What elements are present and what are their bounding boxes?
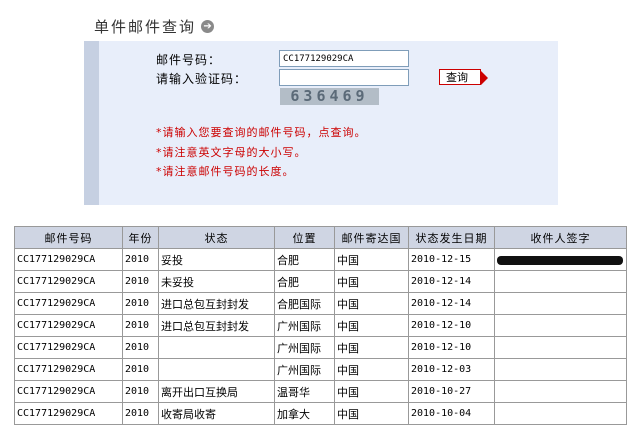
cell-year: 2010 [122, 336, 159, 359]
cell-signature [494, 358, 627, 381]
cell-destination: 中国 [334, 358, 409, 381]
cell-year: 2010 [122, 270, 159, 293]
table-row: CC177129029CA 2010 妥投 合肥 中国 2010-12-15 [14, 248, 627, 271]
cell-location: 广州国际 [274, 336, 335, 359]
cell-destination: 中国 [334, 402, 409, 425]
cell-year: 2010 [122, 380, 159, 403]
cell-destination: 中国 [334, 336, 409, 359]
note-1: *请输入您要查询的邮件号码，点查询。 [156, 126, 367, 139]
cell-mail-number: CC177129029CA [14, 402, 123, 425]
captcha-label: 请输入验证码： [156, 72, 248, 86]
cell-mail-number: CC177129029CA [14, 270, 123, 293]
header-location: 位置 [274, 226, 335, 249]
cell-mail-number: CC177129029CA [14, 314, 123, 337]
captcha-image: 636469 [280, 88, 379, 105]
cell-mail-number: CC177129029CA [14, 292, 123, 315]
table-row: CC177129029CA 2010 收寄局收寄 加拿大 中国 2010-10-… [14, 402, 627, 425]
cell-date: 2010-12-10 [408, 314, 495, 337]
cell-location: 广州国际 [274, 314, 335, 337]
cell-signature [494, 270, 627, 293]
table-row: CC177129029CA 2010 离开出口互换局 温哥华 中国 2010-1… [14, 380, 627, 403]
table-row: CC177129029CA 2010 未妥投 合肥 中国 2010-12-14 [14, 270, 627, 293]
cell-destination: 中国 [334, 270, 409, 293]
arrow-right-circle-icon: ➔ [201, 20, 215, 33]
header-date: 状态发生日期 [408, 226, 495, 249]
cell-signature [494, 248, 627, 271]
cell-status: 妥投 [158, 248, 275, 271]
cell-date: 2010-10-27 [408, 380, 495, 403]
panel-stripe [84, 41, 99, 205]
cell-status: 离开出口互换局 [158, 380, 275, 403]
header-status: 状态 [158, 226, 275, 249]
cell-year: 2010 [122, 402, 159, 425]
cell-mail-number: CC177129029CA [14, 336, 123, 359]
cell-signature [494, 292, 627, 315]
results-table: 邮件号码 年份 状态 位置 邮件寄达国 状态发生日期 收件人签字 CC17712… [14, 226, 627, 425]
cell-date: 2010-12-15 [408, 248, 495, 271]
header-signature: 收件人签字 [494, 226, 627, 249]
cell-year: 2010 [122, 358, 159, 381]
cell-date: 2010-12-14 [408, 292, 495, 315]
cell-status: 进口总包互封封发 [158, 314, 275, 337]
cell-date: 2010-12-03 [408, 358, 495, 381]
cell-signature [494, 402, 627, 425]
cell-location: 合肥国际 [274, 292, 335, 315]
header-year: 年份 [122, 226, 159, 249]
cell-location: 合肥 [274, 248, 335, 271]
table-row: CC177129029CA 2010 进口总包互封封发 合肥国际 中国 2010… [14, 292, 627, 315]
header-mail-number: 邮件号码 [14, 226, 123, 249]
cell-mail-number: CC177129029CA [14, 380, 123, 403]
cell-signature [494, 336, 627, 359]
mail-number-input[interactable]: CC177129029CA [279, 50, 409, 67]
cell-location: 加拿大 [274, 402, 335, 425]
cell-year: 2010 [122, 314, 159, 337]
cell-year: 2010 [122, 292, 159, 315]
cell-status [158, 336, 275, 359]
cell-status: 未妥投 [158, 270, 275, 293]
header-destination: 邮件寄达国 [334, 226, 409, 249]
cell-signature [494, 380, 627, 403]
cell-date: 2010-12-10 [408, 336, 495, 359]
cell-signature [494, 314, 627, 337]
table-row: CC177129029CA 2010 广州国际 中国 2010-12-10 [14, 336, 627, 359]
redacted-signature [497, 255, 623, 265]
cell-location: 温哥华 [274, 380, 335, 403]
cell-status [158, 358, 275, 381]
page-title-text: 单件邮件查询 [94, 18, 197, 36]
cell-status: 收寄局收寄 [158, 402, 275, 425]
cell-location: 合肥 [274, 270, 335, 293]
cell-date: 2010-12-14 [408, 270, 495, 293]
cell-destination: 中国 [334, 248, 409, 271]
cell-destination: 中国 [334, 314, 409, 337]
table-header-row: 邮件号码 年份 状态 位置 邮件寄达国 状态发生日期 收件人签字 [14, 226, 627, 249]
cell-location: 广州国际 [274, 358, 335, 381]
page-title: 单件邮件查询 ➔ [94, 16, 215, 37]
cell-mail-number: CC177129029CA [14, 358, 123, 381]
table-row: CC177129029CA 2010 广州国际 中国 2010-12-03 [14, 358, 627, 381]
cell-year: 2010 [122, 248, 159, 271]
cell-destination: 中国 [334, 380, 409, 403]
cell-destination: 中国 [334, 292, 409, 315]
query-button[interactable]: 查询 [439, 69, 488, 85]
table-row: CC177129029CA 2010 进口总包互封封发 广州国际 中国 2010… [14, 314, 627, 337]
note-3: *请注意邮件号码的长度。 [156, 165, 295, 178]
cell-mail-number: CC177129029CA [14, 248, 123, 271]
mail-number-label: 邮件号码： [156, 53, 222, 67]
cell-status: 进口总包互封封发 [158, 292, 275, 315]
cell-date: 2010-10-04 [408, 402, 495, 425]
captcha-input[interactable] [279, 69, 409, 86]
note-2: *请注意英文字母的大小写。 [156, 146, 307, 159]
